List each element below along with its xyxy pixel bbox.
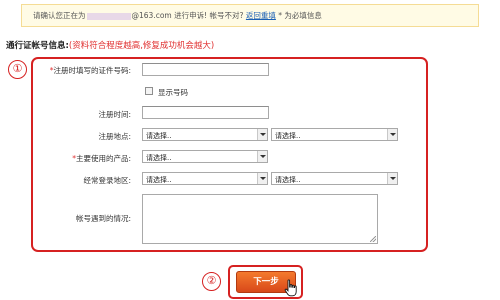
situation-textarea[interactable] — [142, 194, 378, 244]
step-two-marker: ② — [202, 272, 221, 291]
select-value: 请选择.. — [275, 132, 301, 140]
section-title: 通行证帐号信息:(资料符合程度越高,修复成功机会越大) — [6, 39, 214, 51]
product-select[interactable]: 请选择.. — [142, 150, 268, 163]
resize-grip-icon[interactable] — [370, 236, 376, 242]
region-province-select[interactable]: 请选择.. — [142, 172, 268, 185]
select-value: 请选择.. — [146, 176, 172, 184]
section-title-text: 通行证帐号信息: — [6, 41, 69, 51]
notice-text: 请确认您正在为 @163.com 进行申诉! 帐号不对? 返回重填 * 为必填信息 — [33, 11, 322, 21]
notice-middle: 进行申诉! — [174, 11, 208, 20]
id-number-label-text: 注册时填写的证件号码: — [53, 66, 131, 75]
masked-email-user — [86, 12, 131, 20]
notice-prefix: 请确认您正在为 — [33, 11, 86, 20]
select-value: 请选择.. — [146, 132, 172, 140]
chevron-down-icon — [257, 173, 267, 184]
reg-city-select[interactable]: 请选择.. — [271, 128, 398, 141]
select-value: 请选择.. — [146, 154, 172, 162]
situation-label: 帐号遇到的情况: — [75, 214, 131, 223]
section-hint: (资料符合程度越高,修复成功机会越大) — [68, 41, 215, 51]
chevron-down-icon — [387, 173, 397, 184]
notice-email-domain: @163.com — [131, 11, 172, 20]
show-number-checkbox[interactable] — [145, 87, 153, 95]
chevron-down-icon — [257, 129, 267, 140]
chevron-down-icon — [257, 151, 267, 162]
id-number-input[interactable] — [142, 63, 269, 76]
product-label: *主要使用的产品: — [31, 153, 131, 164]
chevron-down-icon — [387, 129, 397, 140]
notice-bar: 请确认您正在为 @163.com 进行申诉! 帐号不对? 返回重填 * 为必填信息 — [21, 4, 479, 27]
select-value: 请选择.. — [275, 176, 301, 184]
reg-time-input[interactable] — [142, 106, 269, 119]
region-city-select[interactable]: 请选择.. — [271, 172, 398, 185]
reg-time-label: 注册时间: — [98, 110, 131, 119]
reg-place-label: 注册地点: — [98, 132, 131, 141]
reg-province-select[interactable]: 请选择.. — [142, 128, 268, 141]
hand-cursor-icon — [284, 279, 297, 297]
region-label: 经常登录地区: — [83, 176, 131, 185]
show-number-label: 显示号码 — [158, 88, 188, 97]
notice-question: 帐号不对? — [209, 11, 244, 20]
product-label-text: 主要使用的产品: — [75, 154, 131, 163]
step-one-marker: ① — [8, 60, 27, 79]
id-number-label: *注册时填写的证件号码: — [31, 65, 131, 76]
required-note: * 为必填信息 — [278, 11, 322, 20]
refill-link[interactable]: 返回重填 — [246, 11, 276, 20]
